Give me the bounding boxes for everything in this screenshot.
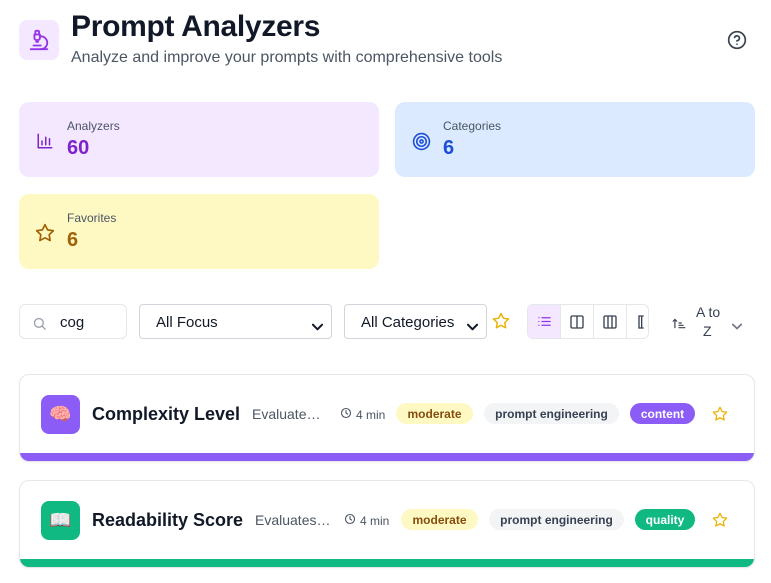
chevron-down-icon <box>466 318 479 335</box>
analyzer-name: Readability Score <box>92 510 244 530</box>
search-value: cog <box>60 314 85 331</box>
focus-select-value: All Focus <box>156 314 218 331</box>
stat-card-analyzers: Analyzers 60 <box>19 102 379 177</box>
time-text: 4 min <box>356 407 386 422</box>
complexity-badge: moderate <box>401 509 478 530</box>
search-icon <box>32 316 47 336</box>
tag-badge: prompt engineering <box>484 403 619 424</box>
analyzer-description: Evaluate… <box>252 406 321 422</box>
stat-value: 60 <box>67 137 90 159</box>
sort-label-line1: A to <box>696 304 721 320</box>
list-view-button[interactable] <box>528 305 561 338</box>
stat-label: Categories <box>443 119 502 133</box>
stat-label: Favorites <box>67 211 117 225</box>
stat-value: 6 <box>443 137 455 159</box>
view-mode-toggle <box>527 304 649 339</box>
help-circle-icon[interactable] <box>726 29 748 51</box>
analyzer-name: Complexity Level <box>92 404 241 424</box>
chevron-down-icon <box>732 317 742 335</box>
stat-label: Analyzers <box>67 119 120 133</box>
analyzer-card[interactable]: 📖 Readability Score Evaluates… 4 min mod… <box>19 480 755 568</box>
page-subtitle: Analyze and improve your prompts with co… <box>71 49 503 66</box>
complexity-badge: moderate <box>396 403 473 424</box>
card-accent-bar <box>20 453 754 461</box>
clock-icon <box>344 513 356 528</box>
stat-card-favorites: Favorites 6 <box>19 194 379 269</box>
book-icon: 📖 <box>41 501 80 540</box>
bar-chart-icon <box>35 131 55 151</box>
stat-card-categories: Categories 6 <box>395 102 755 177</box>
four-column-view-button[interactable] <box>627 305 648 338</box>
three-column-view-button[interactable] <box>594 305 627 338</box>
category-select[interactable]: All Categories <box>344 304 487 339</box>
target-icon <box>411 131 431 151</box>
analyzer-time: 4 min <box>340 407 385 422</box>
favorite-star-icon[interactable] <box>712 512 728 533</box>
two-column-view-button[interactable] <box>561 305 594 338</box>
page-title: Prompt Analyzers <box>71 10 321 43</box>
category-badge: content <box>630 403 695 424</box>
tag-badge: prompt engineering <box>489 509 624 530</box>
clock-icon <box>340 407 352 422</box>
focus-select[interactable]: All Focus <box>139 304 332 339</box>
chevron-down-icon <box>311 318 324 335</box>
time-text: 4 min <box>360 513 390 528</box>
analyzer-card[interactable]: 🧠 Complexity Level Evaluate… 4 min moder… <box>19 374 755 462</box>
page: Prompt Analyzers Analyze and improve you… <box>0 0 771 583</box>
sort-label-line2: Z <box>703 323 712 339</box>
brain-icon: 🧠 <box>41 395 80 434</box>
sort-dropdown[interactable]: A to Z <box>672 304 752 340</box>
card-accent-bar <box>20 559 754 567</box>
microscope-icon <box>19 20 59 60</box>
analyzer-description: Evaluates… <box>255 512 331 528</box>
search-input[interactable]: cog <box>19 304 127 339</box>
favorite-star-icon[interactable] <box>712 406 728 427</box>
favorites-filter-star-icon[interactable] <box>492 312 510 335</box>
category-select-value: All Categories <box>361 314 455 331</box>
star-icon <box>35 223 55 243</box>
stat-value: 6 <box>67 229 79 251</box>
category-badge: quality <box>635 509 695 530</box>
analyzer-time: 4 min <box>344 513 389 528</box>
sort-ascending-icon <box>672 316 686 334</box>
